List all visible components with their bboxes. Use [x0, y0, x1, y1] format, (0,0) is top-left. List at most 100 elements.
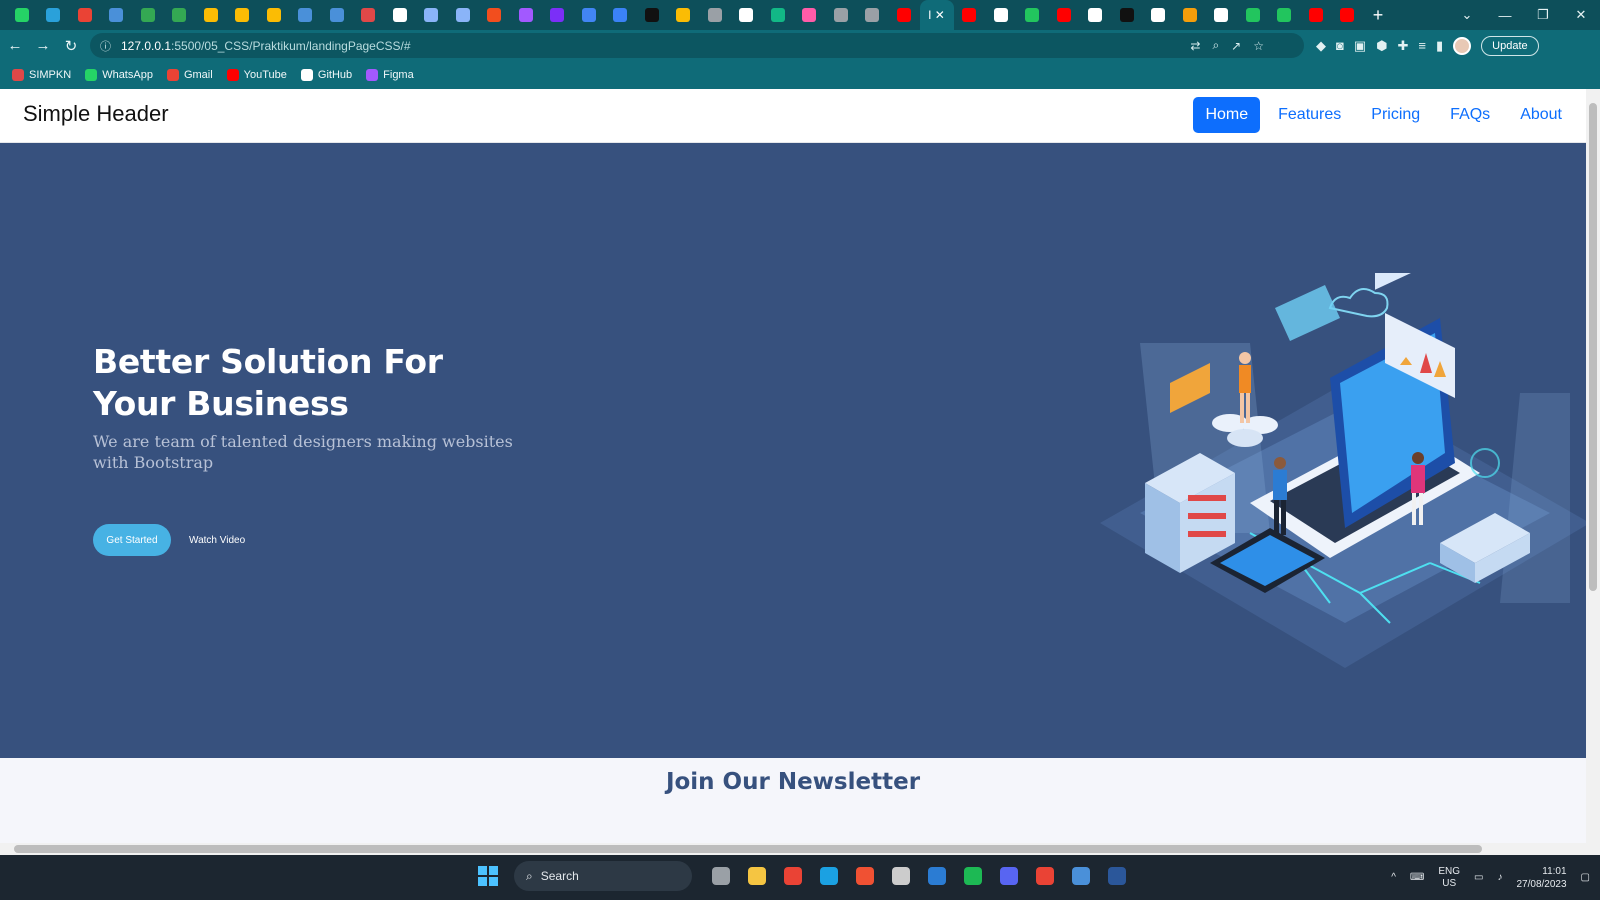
bookmark-github[interactable]: GitHub	[300, 69, 352, 81]
taskbar-app[interactable]	[958, 861, 988, 891]
browser-tab[interactable]	[573, 0, 605, 30]
site-info-icon[interactable]: ⓘ	[100, 38, 111, 54]
tab-search-icon[interactable]: ⌄	[1448, 7, 1486, 23]
taskbar-app[interactable]	[778, 861, 808, 891]
browser-tab[interactable]	[857, 0, 889, 30]
extension-icon[interactable]: ◆	[1316, 38, 1326, 54]
profile-avatar[interactable]	[1453, 36, 1472, 55]
taskbar-app[interactable]	[742, 861, 772, 891]
browser-tab[interactable]	[542, 0, 574, 30]
browser-tab[interactable]	[101, 0, 133, 30]
browser-tab[interactable]	[384, 0, 416, 30]
browser-tab[interactable]	[510, 0, 542, 30]
reload-button[interactable]: ↻	[58, 37, 84, 55]
browser-tab[interactable]	[1080, 0, 1112, 30]
network-icon[interactable]: ▭	[1474, 872, 1483, 883]
reading-list-icon[interactable]: ≡	[1418, 38, 1426, 53]
brand-logo[interactable]: Simple Header	[23, 101, 169, 127]
bookmark-simpkn[interactable]: SIMPKN	[12, 69, 71, 81]
share-icon[interactable]: ↗	[1231, 39, 1241, 53]
browser-tab[interactable]	[1237, 0, 1269, 30]
browser-tab[interactable]	[416, 0, 448, 30]
browser-tab[interactable]	[794, 0, 826, 30]
browser-tab[interactable]	[825, 0, 857, 30]
browser-tab[interactable]	[69, 0, 101, 30]
extension-icon[interactable]: ⬢	[1376, 38, 1387, 54]
update-button[interactable]: Update	[1481, 35, 1539, 56]
close-window-button[interactable]: ✕	[1562, 7, 1600, 23]
zoom-icon[interactable]: ⌕	[1212, 38, 1219, 53]
bookmark-gmail[interactable]: Gmail	[166, 69, 213, 81]
star-icon[interactable]: ☆	[1253, 39, 1264, 53]
bookmark-youtube[interactable]: YouTube	[226, 69, 287, 81]
browser-tab[interactable]	[447, 0, 479, 30]
taskbar-app[interactable]	[706, 861, 736, 891]
browser-tab[interactable]	[762, 0, 794, 30]
browser-tab[interactable]	[1174, 0, 1206, 30]
notification-icon[interactable]: ▢	[1581, 872, 1590, 883]
browser-tab[interactable]	[164, 0, 196, 30]
taskbar-search[interactable]: ⌕ Search	[514, 861, 692, 891]
nav-about[interactable]: About	[1508, 97, 1574, 133]
browser-tab[interactable]	[605, 0, 637, 30]
browser-tab[interactable]	[636, 0, 668, 30]
horizontal-scrollbar[interactable]	[0, 843, 1600, 855]
nav-pricing[interactable]: Pricing	[1359, 97, 1432, 133]
get-started-button[interactable]: Get Started	[93, 524, 171, 556]
browser-tab[interactable]	[731, 0, 763, 30]
taskbar-app[interactable]	[922, 861, 952, 891]
browser-tab[interactable]	[888, 0, 920, 30]
browser-tab[interactable]	[227, 0, 259, 30]
bookmark-figma[interactable]: Figma	[366, 69, 414, 81]
browser-tab[interactable]	[1269, 0, 1301, 30]
browser-tab[interactable]	[1332, 0, 1364, 30]
bookmark-whatsapp[interactable]: WhatsApp	[85, 69, 153, 81]
taskbar-app[interactable]	[1030, 861, 1060, 891]
vertical-scrollbar[interactable]	[1586, 89, 1600, 843]
browser-tab[interactable]	[321, 0, 353, 30]
browser-tab[interactable]	[1111, 0, 1143, 30]
browser-tab[interactable]	[699, 0, 731, 30]
taskbar-app[interactable]	[850, 861, 880, 891]
browser-tab[interactable]	[290, 0, 322, 30]
browser-tab[interactable]	[954, 0, 986, 30]
new-tab-button[interactable]: +	[1363, 5, 1393, 26]
puzzle-icon[interactable]: ✚	[1398, 38, 1409, 54]
restore-button[interactable]: ❐	[1524, 7, 1562, 23]
nav-faqs[interactable]: FAQs	[1438, 97, 1502, 133]
translate-icon[interactable]: ⇄	[1190, 39, 1200, 53]
watch-video-button[interactable]: Watch Video	[189, 524, 245, 556]
start-button[interactable]	[478, 866, 498, 886]
browser-tab[interactable]	[258, 0, 290, 30]
side-panel-icon[interactable]: ▮	[1436, 38, 1443, 54]
browser-tab[interactable]	[1143, 0, 1175, 30]
clock[interactable]: 11:01 27/08/2023	[1516, 865, 1566, 891]
browser-tab[interactable]	[132, 0, 164, 30]
browser-tab[interactable]	[1206, 0, 1238, 30]
taskbar-app[interactable]	[814, 861, 844, 891]
forward-button[interactable]: →	[30, 37, 56, 54]
taskbar-app[interactable]	[886, 861, 916, 891]
browser-tab[interactable]	[985, 0, 1017, 30]
camera-extension-icon[interactable]: ◙	[1336, 38, 1344, 53]
browser-tab[interactable]	[38, 0, 70, 30]
back-button[interactable]: ←	[2, 37, 28, 54]
vertical-scroll-thumb[interactable]	[1589, 103, 1597, 591]
extension-icon[interactable]: ▣	[1354, 38, 1366, 54]
tray-overflow-icon[interactable]: ^	[1391, 872, 1396, 883]
taskbar-app[interactable]	[1066, 861, 1096, 891]
horizontal-scroll-thumb[interactable]	[14, 845, 1482, 853]
browser-tab[interactable]	[353, 0, 385, 30]
browser-tab[interactable]	[195, 0, 227, 30]
browser-tab[interactable]	[668, 0, 700, 30]
taskbar-app[interactable]	[1102, 861, 1132, 891]
browser-tab[interactable]	[1048, 0, 1080, 30]
nav-features[interactable]: Features	[1266, 97, 1353, 133]
address-bar[interactable]: ⓘ 127.0.0.1 :5500/05_CSS/Praktikum/landi…	[90, 33, 1304, 58]
browser-tab[interactable]	[1017, 0, 1049, 30]
language-indicator[interactable]: ENG US	[1438, 866, 1460, 890]
browser-tab[interactable]	[1300, 0, 1332, 30]
minimize-button[interactable]: —	[1486, 8, 1524, 23]
keyboard-icon[interactable]: ⌨	[1410, 872, 1424, 883]
volume-icon[interactable]: ♪	[1497, 872, 1502, 883]
